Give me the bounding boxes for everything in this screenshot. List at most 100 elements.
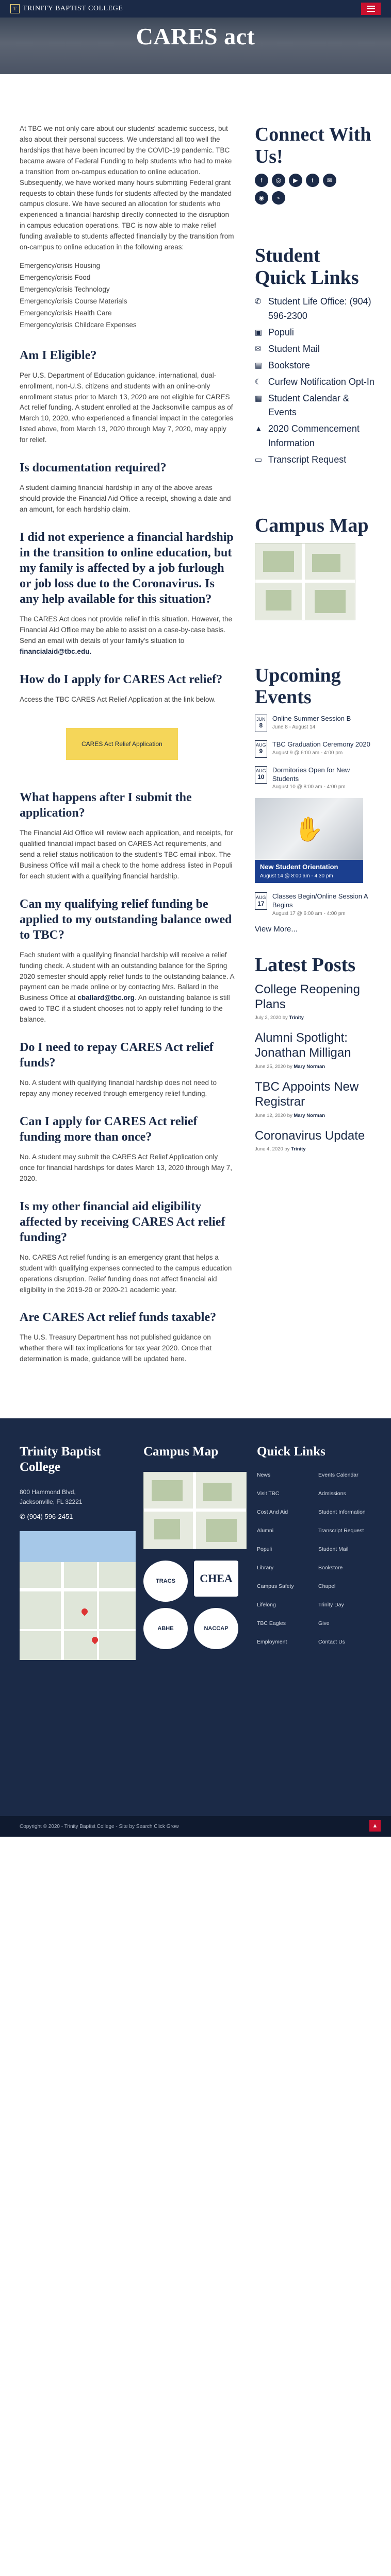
section-body-text: A student claiming financial hardship in… [20,484,231,513]
section-body: A student claiming financial hardship in… [20,483,234,515]
event-title: Dormitories Open for New Students [272,766,350,783]
footer-link[interactable]: Give [318,1620,371,1626]
youtube-icon[interactable]: ▶ [288,174,302,188]
footer-link[interactable]: Bookstore [318,1565,371,1571]
event-info: TBC Graduation Ceremony 2020 August 9 @ 6… [272,740,370,758]
event-title: Online Summer Session B [272,714,351,722]
footer-link[interactable]: TBC Eagles [257,1620,310,1626]
footer-phone[interactable]: ✆ (904) 596-2451 [20,1513,133,1521]
social-icons-row-1: f ◎ ▶ t ✉ [254,174,376,188]
feature-event-card[interactable]: ✋ New Student Orientation August 14 @ 8:… [254,798,363,884]
event-item[interactable]: AUG 10 Dormitories Open for New Students Au… [254,766,376,790]
post-by-label: by [282,1015,288,1021]
post-by-label: by [287,1112,292,1118]
footer-link[interactable]: Library [257,1565,310,1571]
post-item[interactable]: College Reopening Plans July 2, 2020 by T… [255,982,376,1021]
post-item[interactable]: Coronavirus Update June 4, 2020 by Trinit… [255,1129,376,1153]
accreditation-badge[interactable]: NACCAP [194,1608,238,1650]
footer-link[interactable]: Contact Us [318,1639,371,1645]
quick-link-item[interactable]: ✉ Student Mail [255,342,376,357]
footer-link[interactable]: Trinity Day [318,1602,371,1608]
footer-link[interactable]: Employment [257,1639,310,1645]
map-pin-icon [80,1607,89,1616]
cares-application-button[interactable]: CARES Act Relief Application [66,727,178,760]
quick-link-item[interactable]: ☾ Curfew Notification Opt-In [255,375,376,389]
footer-college-title: Trinity Baptist College [20,1445,101,1475]
section-body-text: The Financial Aid Office will review eac… [20,829,233,880]
post-item[interactable]: Alumni Spotlight: Jonathan Milligan June … [255,1031,376,1070]
post-title[interactable]: College Reopening Plans [255,982,376,1012]
brand-logo-link[interactable]: T TRINITY BAPTIST COLLEGE [10,4,123,13]
event-title: TBC Graduation Ceremony 2020 [272,740,370,748]
post-author: Mary Norman [294,1063,325,1070]
footer-link[interactable]: Cost And Aid [257,1509,310,1515]
event-time: August 9 @ 6:00 am - 4:00 pm [272,750,343,756]
phone-icon: ✆ [20,1512,27,1520]
post-author: Trinity [289,1015,304,1021]
facebook-icon[interactable]: f [254,174,268,188]
event-item[interactable]: JUN 8 Online Summer Session B June 8 - Augu… [254,714,376,732]
footer-campus-map[interactable] [143,1472,247,1550]
quick-link-label: 2020 Commencement Information [268,423,360,449]
quick-link-item[interactable]: ▤ Bookstore [255,359,376,373]
brand-name: TRINITY BAPTIST COLLEGE [23,5,123,12]
footer-link[interactable]: Campus Safety [257,1583,310,1589]
footer-link[interactable]: Visit TBC [257,1490,310,1497]
quick-link-item[interactable]: ✆ Student Life Office: (904) 596-2300 [255,295,376,324]
event-info: Online Summer Session B June 8 - August 1… [272,715,351,732]
footer-link[interactable]: Events Calendar [318,1472,371,1478]
section-body-text: No. A student with qualifying financial … [20,1079,217,1098]
instagram-icon[interactable]: ◎ [271,174,285,188]
quick-links-list: ✆ Student Life Office: (904) 596-2300 ▣ Pop… [255,295,376,467]
quick-link-item[interactable]: ▣ Populi [255,326,376,340]
footer-link[interactable]: Populi [257,1546,310,1552]
accreditation-badge[interactable]: CHEA [194,1561,238,1597]
quick-link-item[interactable]: ▲ 2020 Commencement Information [255,422,376,451]
accreditation-badge[interactable]: ABHE [143,1608,188,1650]
event-day: 8 [259,721,263,729]
footer-link[interactable]: News [257,1472,310,1478]
event-item[interactable]: AUG 17 Classes Begin/Online Session A Begi… [254,892,376,917]
location-map[interactable] [20,1531,136,1660]
book-icon: ▤ [254,361,262,370]
footer-link[interactable]: Student Mail [318,1546,371,1552]
footer-link[interactable]: Student Information [318,1509,371,1515]
event-item[interactable]: AUG 9 TBC Graduation Ceremony 2020 August 9… [254,740,376,758]
latest-posts-title: Latest Posts [254,954,356,976]
view-more-events-link[interactable]: View More... [255,925,376,934]
email-icon[interactable]: ✉ [322,174,336,188]
campus-map-thumbnail[interactable] [254,543,355,620]
footer-quick-links-title: Quick Links [257,1445,325,1459]
footer-link[interactable]: Alumni [257,1528,310,1534]
post-meta: June 4, 2020 by Trinity [255,1146,376,1152]
event-date-badge: AUG 9 [254,740,267,758]
rss-icon[interactable]: ◉ [254,191,268,205]
footer-link[interactable]: Admissions [318,1490,371,1497]
section-body-text: No. CARES Act relief funding is an emerg… [20,1253,232,1294]
post-date: June 4, 2020 [254,1146,283,1153]
footer: Trinity Baptist College 800 Hammond Blvd… [0,1418,391,1837]
twitter-icon[interactable]: t [305,174,319,188]
footer-link[interactable]: Lifelong [257,1602,310,1608]
section-body: The U.S. Treasury Department has not pub… [20,1332,234,1365]
podcast-icon[interactable]: ⌁ [271,191,285,205]
post-title[interactable]: TBC Appoints New Registrar [255,1080,376,1110]
footer-link[interactable]: Transcript Request [318,1528,371,1534]
post-date: July 2, 2020 [254,1015,282,1021]
event-time: June 8 - August 14 [272,724,316,730]
quick-link-item[interactable]: ▦ Student Calendar & Events [255,392,376,420]
hamburger-menu-button[interactable] [361,3,381,15]
events-list-2: AUG 17 Classes Begin/Online Session A Begi… [254,892,376,917]
email-link[interactable]: financialaid@tbc.edu. [20,648,91,655]
post-title[interactable]: Coronavirus Update [255,1129,376,1144]
post-title[interactable]: Alumni Spotlight: Jonathan Milligan [255,1031,376,1061]
section-heading: How do I apply for CARES Act relief? [20,672,223,686]
calendar-icon: ▦ [254,394,262,403]
post-item[interactable]: TBC Appoints New Registrar June 12, 2020 … [255,1080,376,1118]
quick-link-item[interactable]: ▭ Transcript Request [255,453,376,467]
email-link[interactable]: cballard@tbc.org [77,994,135,1002]
section-heading: Can I apply for CARES Act relief funding… [20,1115,198,1144]
footer-link[interactable]: Chapel [318,1583,371,1589]
accreditation-badge[interactable]: TRACS [143,1561,188,1602]
back-to-top-button[interactable]: ▲ [369,1820,381,1832]
